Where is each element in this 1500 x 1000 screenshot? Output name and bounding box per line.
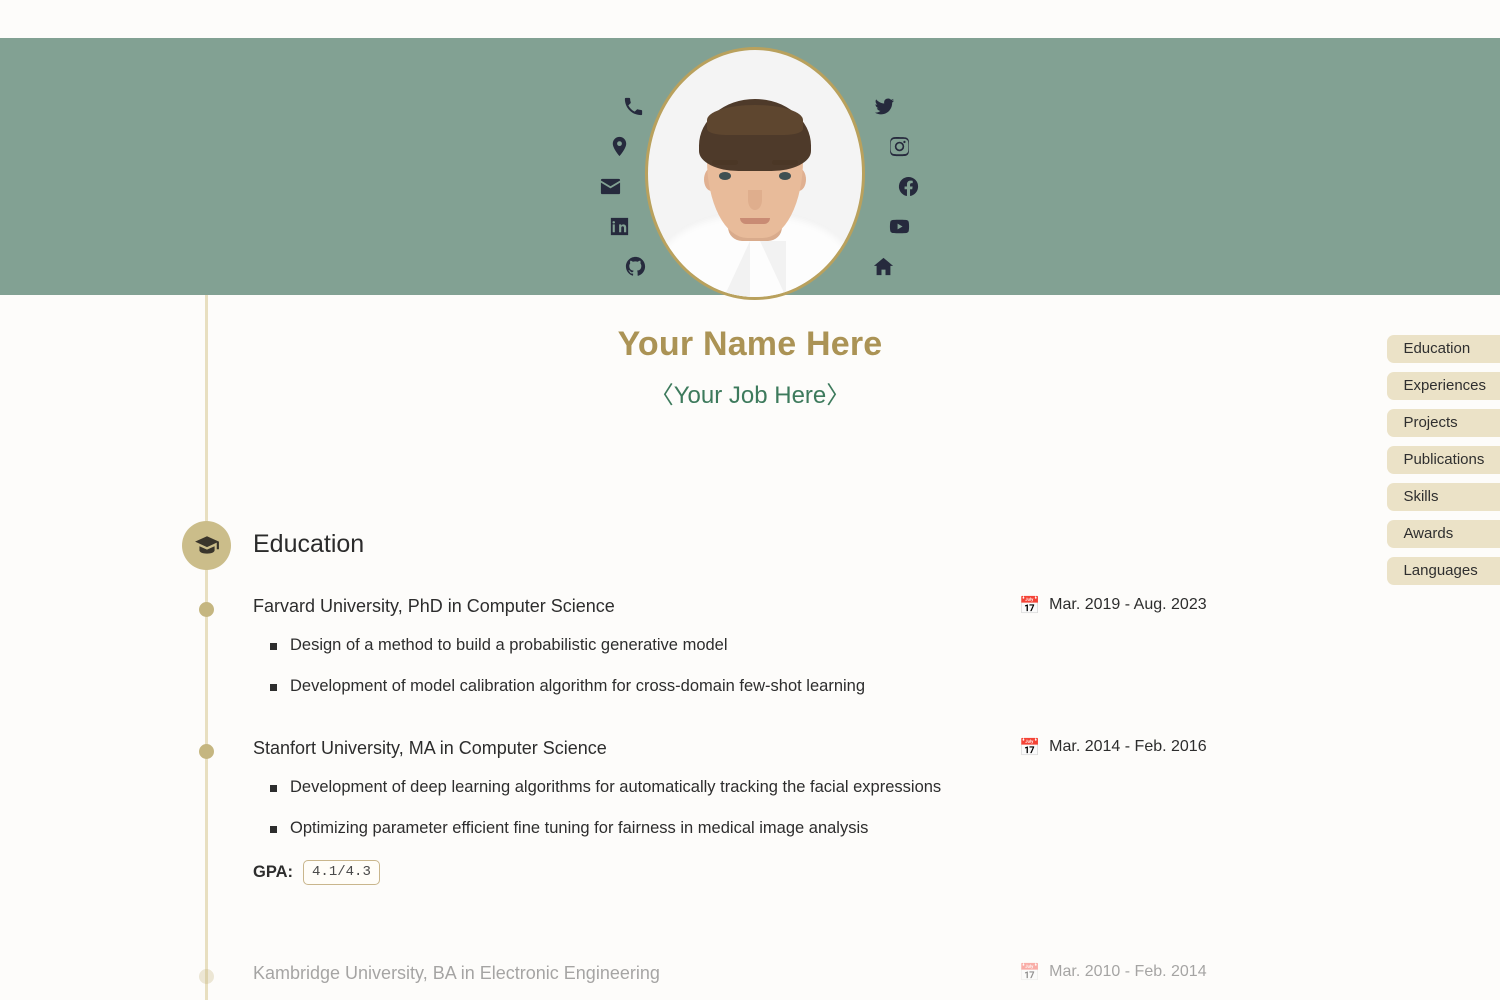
gpa-row: GPA: 4.1/4.3 bbox=[253, 860, 1500, 885]
calendar-icon: 📅 bbox=[1019, 962, 1041, 982]
bullet-marker-icon bbox=[270, 785, 277, 792]
avatar-photo bbox=[645, 47, 865, 300]
timeline-dot bbox=[199, 744, 214, 759]
nav-item-experiences[interactable]: Experiences bbox=[1387, 372, 1500, 400]
nav-item-skills[interactable]: Skills bbox=[1387, 483, 1500, 511]
entry-date-text: Mar. 2014 - Feb. 2016 bbox=[1049, 738, 1207, 755]
entry-date: 📅 Mar. 2019 - Aug. 2023 bbox=[1019, 596, 1207, 614]
calendar-icon: 📅 bbox=[1019, 737, 1041, 757]
gpa-label: GPA: bbox=[253, 863, 294, 881]
instagram-icon[interactable] bbox=[879, 126, 919, 166]
education-entry: Farvard University, PhD in Computer Scie… bbox=[0, 596, 1500, 696]
bullet-marker-icon bbox=[270, 826, 277, 833]
avatar bbox=[645, 47, 865, 300]
entry-date-text: Mar. 2010 - Feb. 2014 bbox=[1049, 963, 1207, 980]
linkedin-icon[interactable] bbox=[599, 206, 639, 246]
social-links-left bbox=[575, 86, 645, 286]
nav-item-languages[interactable]: Languages bbox=[1387, 557, 1500, 585]
education-entries: Farvard University, PhD in Computer Scie… bbox=[0, 596, 1500, 984]
bullet-item: Development of model calibration algorit… bbox=[270, 677, 1500, 696]
phone-icon[interactable] bbox=[613, 86, 653, 126]
entry-bullets: Development of deep learning algorithms … bbox=[0, 778, 1500, 838]
location-pin-icon[interactable] bbox=[599, 126, 639, 166]
twitter-icon[interactable] bbox=[864, 86, 904, 126]
bullet-text: Design of a method to build a probabilis… bbox=[290, 636, 728, 654]
bullet-text: Optimizing parameter efficient fine tuni… bbox=[290, 819, 869, 837]
nav-item-awards[interactable]: Awards bbox=[1387, 520, 1500, 548]
entry-title: Kambridge University, BA in Electronic E… bbox=[253, 963, 660, 983]
entry-date: 📅 Mar. 2010 - Feb. 2014 bbox=[1019, 963, 1207, 981]
education-entry: Kambridge University, BA in Electronic E… bbox=[0, 963, 1500, 984]
graduation-cap-icon bbox=[182, 521, 231, 570]
email-icon[interactable] bbox=[590, 166, 630, 206]
section-title: Education bbox=[253, 530, 365, 558]
timeline-dot bbox=[199, 602, 214, 617]
entry-title: Stanfort University, MA in Computer Scie… bbox=[253, 738, 607, 758]
nav-item-education[interactable]: Education bbox=[1387, 335, 1500, 363]
calendar-icon: 📅 bbox=[1019, 595, 1041, 615]
bullet-text: Development of deep learning algorithms … bbox=[290, 778, 942, 796]
social-links-right bbox=[868, 86, 918, 286]
bullet-item: Optimizing parameter efficient fine tuni… bbox=[270, 819, 1500, 838]
page-title: Your Name Here bbox=[617, 325, 883, 363]
nav-item-publications[interactable]: Publications bbox=[1387, 446, 1500, 474]
bullet-text: Development of model calibration algorit… bbox=[290, 677, 866, 695]
entry-date-text: Mar. 2019 - Aug. 2023 bbox=[1049, 596, 1207, 613]
youtube-icon[interactable] bbox=[879, 206, 919, 246]
bullet-marker-icon bbox=[270, 684, 277, 691]
bullet-item: Design of a method to build a probabilis… bbox=[270, 636, 1500, 655]
gpa-value: 4.1/4.3 bbox=[303, 860, 380, 885]
bullet-item: Development of deep learning algorithms … bbox=[270, 778, 1500, 797]
entry-date: 📅 Mar. 2014 - Feb. 2016 bbox=[1019, 738, 1207, 756]
github-icon[interactable] bbox=[615, 246, 655, 286]
education-entry: Stanfort University, MA in Computer Scie… bbox=[0, 738, 1500, 885]
entry-bullets: Design of a method to build a probabilis… bbox=[0, 636, 1500, 696]
bullet-marker-icon bbox=[270, 643, 277, 650]
facebook-icon[interactable] bbox=[888, 166, 928, 206]
job-title: 〈Your Job Here〉 bbox=[649, 382, 851, 409]
timeline-dot bbox=[199, 969, 214, 984]
entry-title: Farvard University, PhD in Computer Scie… bbox=[253, 596, 615, 616]
section-nav: Education Experiences Projects Publicati… bbox=[1387, 335, 1500, 585]
profile-header: Your Name Here 〈Your Job Here〉 bbox=[0, 325, 1500, 410]
home-icon[interactable] bbox=[863, 246, 903, 286]
nav-item-projects[interactable]: Projects bbox=[1387, 409, 1500, 437]
